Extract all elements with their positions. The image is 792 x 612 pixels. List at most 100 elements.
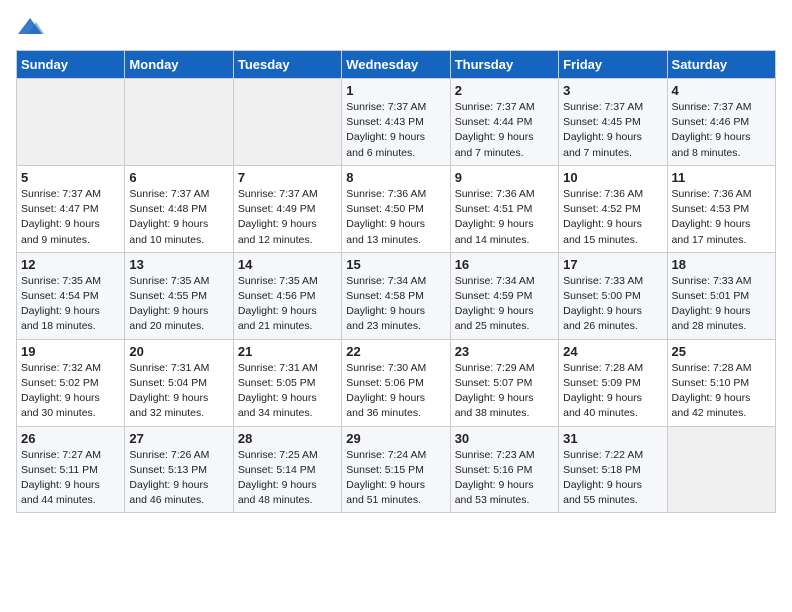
day-number: 7 [238,170,337,185]
day-detail: Sunrise: 7:31 AM Sunset: 5:04 PM Dayligh… [129,361,228,422]
day-detail: Sunrise: 7:35 AM Sunset: 4:56 PM Dayligh… [238,274,337,335]
calendar-week-row: 1Sunrise: 7:37 AM Sunset: 4:43 PM Daylig… [17,79,776,166]
day-number: 2 [455,83,554,98]
col-header-tuesday: Tuesday [233,51,341,79]
calendar-header-row: SundayMondayTuesdayWednesdayThursdayFrid… [17,51,776,79]
day-detail: Sunrise: 7:36 AM Sunset: 4:50 PM Dayligh… [346,187,445,248]
day-number: 12 [21,257,120,272]
day-number: 11 [672,170,771,185]
day-detail: Sunrise: 7:34 AM Sunset: 4:59 PM Dayligh… [455,274,554,335]
col-header-thursday: Thursday [450,51,558,79]
calendar-cell: 2 Sunrise: 7:37 AM Sunset: 4:44 PM Daylig… [450,79,558,166]
day-number: 19 [21,344,120,359]
day-detail: Sunrise: 7:37 AM Sunset: 4:46 PM Dayligh… [672,100,771,161]
day-detail: Sunrise: 7:37 AM Sunset: 4:44 PM Dayligh… [455,100,554,161]
calendar-cell: 27 Sunrise: 7:26 AM Sunset: 5:13 PM Dayli… [125,426,233,513]
day-number: 3 [563,83,662,98]
day-detail: Sunrise: 7:35 AM Sunset: 4:54 PM Dayligh… [21,274,120,335]
day-detail: Sunrise: 7:24 AM Sunset: 5:15 PM Dayligh… [346,448,445,509]
day-number: 22 [346,344,445,359]
day-detail: Sunrise: 7:31 AM Sunset: 5:05 PM Dayligh… [238,361,337,422]
calendar-cell: 10 Sunrise: 7:36 AM Sunset: 4:52 PM Dayli… [559,165,667,252]
calendar-cell: 3Sunrise: 7:37 AM Sunset: 4:45 PM Daylig… [559,79,667,166]
day-number: 10 [563,170,662,185]
day-number: 14 [238,257,337,272]
calendar-cell: 16 Sunrise: 7:34 AM Sunset: 4:59 PM Dayli… [450,252,558,339]
day-number: 24 [563,344,662,359]
day-detail: Sunrise: 7:36 AM Sunset: 4:52 PM Dayligh… [563,187,662,248]
day-number: 31 [563,431,662,446]
calendar-cell: 17 Sunrise: 7:33 AM Sunset: 5:00 PM Dayli… [559,252,667,339]
calendar-cell: 4 Sunrise: 7:37 AM Sunset: 4:46 PM Daylig… [667,79,775,166]
day-detail: Sunrise: 7:28 AM Sunset: 5:10 PM Dayligh… [672,361,771,422]
calendar-cell: 13 Sunrise: 7:35 AM Sunset: 4:55 PM Dayli… [125,252,233,339]
col-header-monday: Monday [125,51,233,79]
logo [16,16,46,38]
day-number: 27 [129,431,228,446]
day-number: 4 [672,83,771,98]
day-number: 1 [346,83,445,98]
day-number: 6 [129,170,228,185]
calendar-week-row: 12 Sunrise: 7:35 AM Sunset: 4:54 PM Dayli… [17,252,776,339]
calendar-cell [125,79,233,166]
day-detail: Sunrise: 7:35 AM Sunset: 4:55 PM Dayligh… [129,274,228,335]
calendar-cell: 18 Sunrise: 7:33 AM Sunset: 5:01 PM Dayli… [667,252,775,339]
calendar-cell: 5 Sunrise: 7:37 AM Sunset: 4:47 PM Daylig… [17,165,125,252]
day-detail: Sunrise: 7:26 AM Sunset: 5:13 PM Dayligh… [129,448,228,509]
calendar-cell: 6 Sunrise: 7:37 AM Sunset: 4:48 PM Daylig… [125,165,233,252]
day-number: 18 [672,257,771,272]
day-number: 28 [238,431,337,446]
day-detail: Sunrise: 7:29 AM Sunset: 5:07 PM Dayligh… [455,361,554,422]
day-detail: Sunrise: 7:23 AM Sunset: 5:16 PM Dayligh… [455,448,554,509]
calendar-cell: 12 Sunrise: 7:35 AM Sunset: 4:54 PM Dayli… [17,252,125,339]
day-number: 17 [563,257,662,272]
page-header [16,16,776,38]
day-detail: Sunrise: 7:33 AM Sunset: 5:01 PM Dayligh… [672,274,771,335]
calendar-cell: 8Sunrise: 7:36 AM Sunset: 4:50 PM Daylig… [342,165,450,252]
calendar-table: SundayMondayTuesdayWednesdayThursdayFrid… [16,50,776,513]
col-header-sunday: Sunday [17,51,125,79]
calendar-cell: 21 Sunrise: 7:31 AM Sunset: 5:05 PM Dayli… [233,339,341,426]
day-detail: Sunrise: 7:34 AM Sunset: 4:58 PM Dayligh… [346,274,445,335]
calendar-cell: 29Sunrise: 7:24 AM Sunset: 5:15 PM Dayli… [342,426,450,513]
day-number: 9 [455,170,554,185]
day-detail: Sunrise: 7:37 AM Sunset: 4:47 PM Dayligh… [21,187,120,248]
calendar-cell: 19 Sunrise: 7:32 AM Sunset: 5:02 PM Dayli… [17,339,125,426]
calendar-cell [233,79,341,166]
day-number: 30 [455,431,554,446]
calendar-cell: 1Sunrise: 7:37 AM Sunset: 4:43 PM Daylig… [342,79,450,166]
calendar-cell: 30 Sunrise: 7:23 AM Sunset: 5:16 PM Dayli… [450,426,558,513]
day-detail: Sunrise: 7:25 AM Sunset: 5:14 PM Dayligh… [238,448,337,509]
calendar-week-row: 19 Sunrise: 7:32 AM Sunset: 5:02 PM Dayli… [17,339,776,426]
day-detail: Sunrise: 7:36 AM Sunset: 4:53 PM Dayligh… [672,187,771,248]
day-detail: Sunrise: 7:36 AM Sunset: 4:51 PM Dayligh… [455,187,554,248]
col-header-saturday: Saturday [667,51,775,79]
day-detail: Sunrise: 7:37 AM Sunset: 4:48 PM Dayligh… [129,187,228,248]
calendar-cell: 7Sunrise: 7:37 AM Sunset: 4:49 PM Daylig… [233,165,341,252]
calendar-week-row: 5 Sunrise: 7:37 AM Sunset: 4:47 PM Daylig… [17,165,776,252]
col-header-friday: Friday [559,51,667,79]
calendar-cell: 23 Sunrise: 7:29 AM Sunset: 5:07 PM Dayli… [450,339,558,426]
calendar-cell: 26Sunrise: 7:27 AM Sunset: 5:11 PM Dayli… [17,426,125,513]
day-number: 21 [238,344,337,359]
col-header-wednesday: Wednesday [342,51,450,79]
logo-icon [16,16,44,38]
calendar-cell: 14 Sunrise: 7:35 AM Sunset: 4:56 PM Dayli… [233,252,341,339]
day-number: 5 [21,170,120,185]
calendar-cell: 28 Sunrise: 7:25 AM Sunset: 5:14 PM Dayli… [233,426,341,513]
calendar-cell [667,426,775,513]
day-detail: Sunrise: 7:33 AM Sunset: 5:00 PM Dayligh… [563,274,662,335]
day-number: 23 [455,344,554,359]
day-number: 16 [455,257,554,272]
day-number: 15 [346,257,445,272]
day-detail: Sunrise: 7:32 AM Sunset: 5:02 PM Dayligh… [21,361,120,422]
day-detail: Sunrise: 7:28 AM Sunset: 5:09 PM Dayligh… [563,361,662,422]
calendar-cell: 20Sunrise: 7:31 AM Sunset: 5:04 PM Dayli… [125,339,233,426]
day-number: 13 [129,257,228,272]
day-detail: Sunrise: 7:30 AM Sunset: 5:06 PM Dayligh… [346,361,445,422]
calendar-cell: 11 Sunrise: 7:36 AM Sunset: 4:53 PM Dayli… [667,165,775,252]
calendar-cell: 31Sunrise: 7:22 AM Sunset: 5:18 PM Dayli… [559,426,667,513]
calendar-week-row: 26Sunrise: 7:27 AM Sunset: 5:11 PM Dayli… [17,426,776,513]
calendar-cell: 9 Sunrise: 7:36 AM Sunset: 4:51 PM Daylig… [450,165,558,252]
calendar-cell: 22 Sunrise: 7:30 AM Sunset: 5:06 PM Dayli… [342,339,450,426]
